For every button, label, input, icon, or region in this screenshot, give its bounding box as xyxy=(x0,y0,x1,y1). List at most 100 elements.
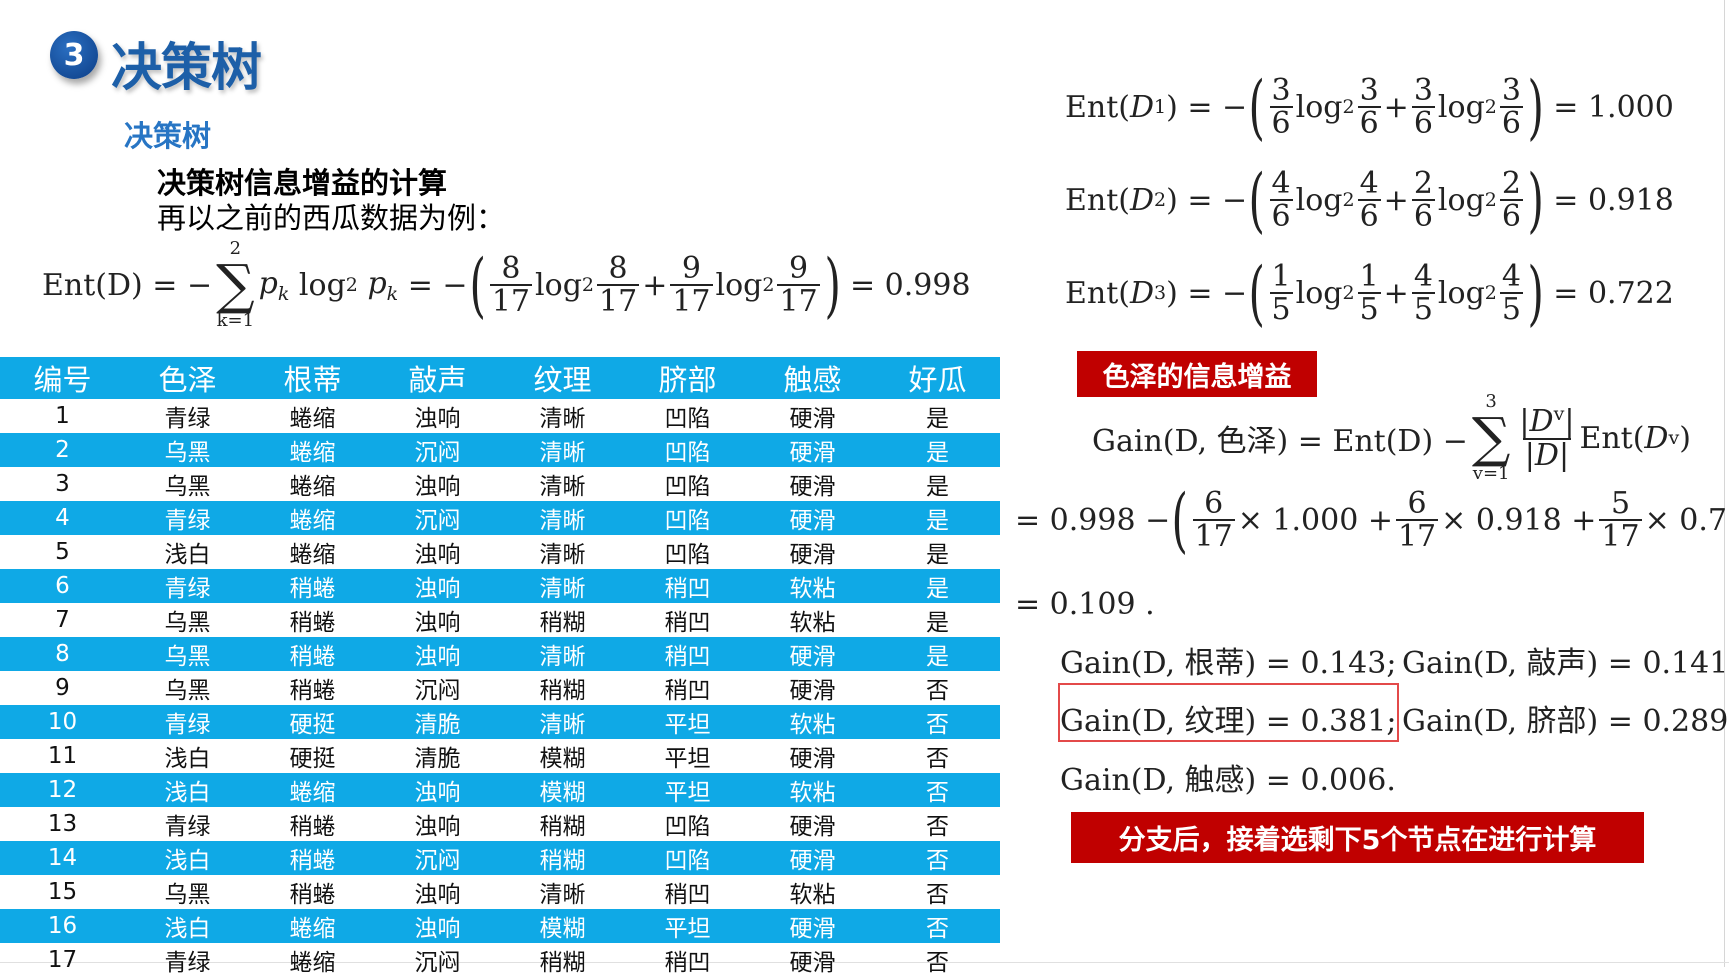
table-cell: 乌黑 xyxy=(125,433,250,467)
ent-d-formula: Ent(D) = − 2 ∑ k=1 pk log 2 pk = − ( 8 17 l… xyxy=(42,238,971,331)
column-header: 编号 xyxy=(0,357,125,399)
table-row: 3 乌黑 蜷缩 浊响 清晰 凹陷 硬滑 是 xyxy=(0,467,1000,501)
column-header: 好瓜 xyxy=(875,357,1000,399)
table-cell: 稍蜷 xyxy=(250,841,375,875)
table-cell: 是 xyxy=(926,406,949,432)
table-cell: 稍蜷 xyxy=(289,814,336,840)
table-cell: 硬滑 xyxy=(789,678,836,704)
table-cell: 沉闷 xyxy=(414,950,461,976)
table-cell: 乌黑 xyxy=(164,882,211,908)
table-cell: 稍凹 xyxy=(664,610,711,636)
table-cell: 3 xyxy=(55,471,70,497)
table-cell: 浅白 xyxy=(125,909,250,943)
table-cell: 蜷缩 xyxy=(289,474,336,500)
table-cell: 5 xyxy=(55,539,70,565)
table-cell: 否 xyxy=(875,909,1000,943)
table-cell: 浊响 xyxy=(414,406,461,432)
table-cell: 8 xyxy=(0,637,125,671)
table-cell: 硬滑 xyxy=(750,909,875,943)
table-cell: 硬滑 xyxy=(750,841,875,875)
table-cell: 凹陷 xyxy=(664,814,711,840)
ent-d-lhs: Ent(D) = − xyxy=(42,267,213,303)
table-cell: 是 xyxy=(926,542,949,568)
gain-sum-sign: 3 ∑ v=1 xyxy=(1471,391,1511,484)
table-cell: 平坦 xyxy=(625,773,750,807)
table-cell: 浊响 xyxy=(375,637,500,671)
table-cell: 清晰 xyxy=(539,474,586,500)
table-cell: 清晰 xyxy=(539,542,586,568)
table-cell: 6 xyxy=(0,569,125,603)
column-header: 纹理 xyxy=(500,357,625,399)
table-cell: 是 xyxy=(875,433,1000,467)
gain-calc-start: = 0.998 − xyxy=(1015,502,1171,538)
table-row: 12 浅白 蜷缩 浊响 模糊 平坦 软粘否 xyxy=(0,773,1000,807)
gain-formula: Gain(D, 色泽) = Ent(D) − 3 ∑ v=1 |Dv| |D| En… xyxy=(1092,391,1691,484)
gain-root: Gain(D, 根蒂) = 0.143; xyxy=(1060,646,1397,681)
column-header: 敲声 xyxy=(375,357,500,399)
table-cell: 沉闷 xyxy=(375,433,500,467)
table-cell: 是 xyxy=(926,610,949,636)
table-cell: 硬挺 xyxy=(289,746,336,772)
table-cell: 清晰 xyxy=(500,433,625,467)
table-cell: 否 xyxy=(926,882,949,908)
table-cell: 4 xyxy=(0,501,125,535)
table-cell: 软粘 xyxy=(750,569,875,603)
table-cell: 凹陷 xyxy=(664,406,711,432)
table-cell: 软粘 xyxy=(750,705,875,739)
table-cell: 是 xyxy=(875,501,1000,535)
table-cell: 稍蜷 xyxy=(250,637,375,671)
table-cell: 软粘 xyxy=(789,610,836,636)
table-cell: 青绿 xyxy=(164,406,211,432)
column-header: 触感 xyxy=(750,357,875,399)
table-cell: 硬滑 xyxy=(750,637,875,671)
table-cell: 蜷缩 xyxy=(289,542,336,568)
table-cell: 浊响 xyxy=(414,610,461,636)
table-cell: 乌黑 xyxy=(164,610,211,636)
table-cell: 凹陷 xyxy=(625,433,750,467)
table-cell: 稍凹 xyxy=(664,882,711,908)
table-cell: 沉闷 xyxy=(375,841,500,875)
table-cell: 17 xyxy=(47,947,78,973)
table-cell: 稍糊 xyxy=(539,814,586,840)
table-cell: 浊响 xyxy=(375,909,500,943)
gain-result: = 0.109 . xyxy=(1015,587,1155,622)
table-cell: 浅白 xyxy=(164,542,211,568)
table-cell: 乌黑 xyxy=(164,474,211,500)
table-cell: 乌黑 xyxy=(125,637,250,671)
table-cell: 模糊 xyxy=(500,909,625,943)
table-cell: 稍糊 xyxy=(539,610,586,636)
table-cell: 稍凹 xyxy=(664,950,711,976)
table-cell: 凹陷 xyxy=(664,542,711,568)
table-cell: 浊响 xyxy=(414,814,461,840)
table-row: 14 浅白 稍蜷 沉闷 稍糊 凹陷 硬滑否 xyxy=(0,841,1000,875)
slide-title: 决策树 xyxy=(111,39,262,98)
ent-d3-formula: Ent(D 3) = − ( 1 5 log 2 1 5 + 4 5 log 2 45 ) = 0… xyxy=(1065,252,1674,334)
table-cell: 否 xyxy=(875,841,1000,875)
table-cell: 稍糊 xyxy=(539,950,586,976)
right-edge xyxy=(1724,0,1725,967)
ent-d-result: = 0.998 xyxy=(849,267,971,303)
table-cell: 清脆 xyxy=(414,746,461,772)
table-cell: 是 xyxy=(875,637,1000,671)
table-row: 17 青绿 蜷缩 沉闷 稍糊 稍凹 硬滑 否 xyxy=(0,943,1000,977)
table-cell: 凹陷 xyxy=(625,841,750,875)
table-cell: 清晰 xyxy=(500,705,625,739)
table-cell: 15 xyxy=(47,879,78,905)
table-cell: 平坦 xyxy=(664,746,711,772)
slide-subtitle: 决策树 xyxy=(124,119,212,153)
table-cell: 清晰 xyxy=(500,501,625,535)
table-row: 15 乌黑 稍蜷 浊响 清晰 稍凹 软粘 否 xyxy=(0,875,1000,909)
table-cell: 稍蜷 xyxy=(289,610,336,636)
table-cell: 否 xyxy=(926,678,949,704)
ent-d1-result: = 1.000 xyxy=(1553,89,1674,125)
table-cell: 浊响 xyxy=(375,773,500,807)
table-row: 6 青绿 稍蜷 浊响 清晰 稍凹 软粘是 xyxy=(0,569,1000,603)
table-row: 16 浅白 蜷缩 浊响 模糊 平坦 硬滑否 xyxy=(0,909,1000,943)
table-cell: 稍蜷 xyxy=(250,569,375,603)
table-cell: 是 xyxy=(875,569,1000,603)
table-cell: 清晰 xyxy=(500,637,625,671)
table-row: 10 青绿 硬挺 清脆 清晰 平坦 软粘否 xyxy=(0,705,1000,739)
table-cell: 模糊 xyxy=(539,746,586,772)
table-cell: 模糊 xyxy=(500,773,625,807)
table-cell: 10 xyxy=(0,705,125,739)
